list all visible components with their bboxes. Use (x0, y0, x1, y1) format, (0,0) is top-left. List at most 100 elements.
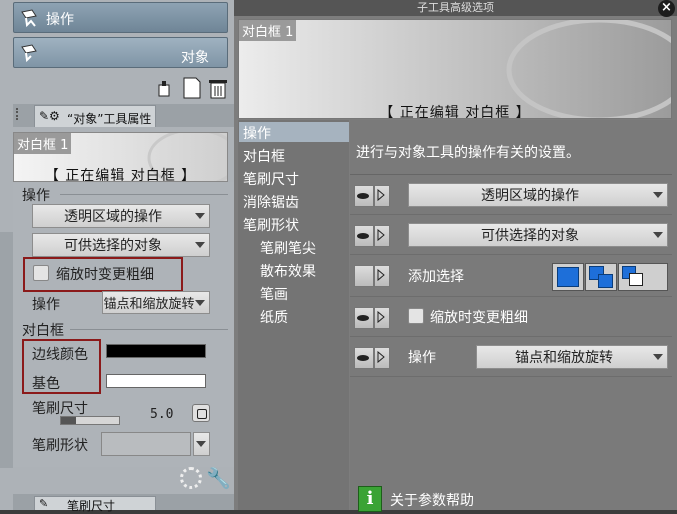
expand-icon[interactable] (374, 347, 390, 369)
wrench-icon[interactable]: 🔧 (206, 466, 231, 492)
subtool-operation[interactable]: 操作 (13, 2, 228, 33)
info-icon: i (358, 486, 382, 512)
chevron-down-icon (653, 354, 663, 360)
settings-description: 进行与对象工具的操作有关的设置。 (356, 145, 580, 161)
operation-dropdown[interactable]: 锚点和缩放旋转 (102, 291, 210, 314)
scale-thickness-label: 缩放时变更粗细 (56, 267, 154, 283)
row-add-selection: 添加选择 (350, 255, 672, 297)
expand-icon[interactable] (374, 225, 390, 247)
new-selection-icon (557, 267, 579, 287)
fill-color-swatch[interactable] (106, 374, 206, 388)
dialog-selectable-value: 可供选择的对象 (481, 228, 579, 244)
dialog-operation-value: 锚点和缩放旋转 (515, 350, 613, 366)
selection-mode-icon-second (629, 273, 643, 286)
transparent-area-dropdown[interactable]: 透明区域的操作 (32, 204, 210, 228)
scrollbar-track[interactable] (0, 232, 13, 468)
scale-thickness-checkbox[interactable] (33, 265, 49, 281)
tab-tool-property-label: “对象”工具属性 (67, 112, 152, 126)
expand-icon[interactable] (374, 265, 390, 287)
chevron-down-icon (653, 192, 663, 198)
selection-mode-dropdown[interactable] (618, 263, 668, 291)
chevron-down-icon (653, 232, 663, 238)
add-selection-label: 添加选择 (408, 269, 464, 285)
dialog-transparent-dropdown[interactable]: 透明区域的操作 (408, 183, 668, 207)
add-selection-button[interactable] (585, 263, 617, 291)
row-transparent-area: 透明区域的操作 (350, 175, 672, 215)
loading-icon (180, 467, 202, 489)
nav-item-paper-texture[interactable]: 纸质 (260, 307, 288, 327)
tab-brush-size-label: 笔刷尺寸 (67, 499, 116, 513)
brush-tab-icon: ✎ (39, 497, 49, 510)
section-operation-title: 操作 (22, 188, 50, 204)
object-icon (21, 44, 37, 63)
tool-property-icon: ✎⚙ (39, 109, 60, 123)
expand-icon[interactable] (374, 185, 390, 207)
tool-property-panel: 操作 对象 ✎⚙ “对象”工具属性 对白框 1 【 正在编辑 对白框 】 操作 … (0, 0, 234, 513)
row-scale-thickness: 缩放时变更粗细 (350, 297, 672, 337)
trash-icon[interactable] (207, 76, 229, 100)
subtool-object-label: 对象 (181, 50, 209, 66)
operation-label: 操作 (32, 297, 60, 313)
balloon-preview: 对白框 1 【 正在编辑 对白框 】 (13, 132, 228, 182)
square-icon (197, 409, 207, 419)
eye-icon[interactable] (354, 307, 374, 329)
duplicate-subtool-icon[interactable] (156, 77, 176, 99)
nav-item-antialias[interactable]: 消除锯齿 (243, 192, 299, 212)
dialog-balloon-preview: 对白框 1 【 正在编辑 对白框 】 (238, 19, 672, 119)
nav-item-operation[interactable]: 操作 (243, 123, 271, 143)
new-selection-button[interactable] (552, 263, 584, 291)
chevron-down-icon (195, 299, 205, 306)
row-operation: 操作 锚点和缩放旋转 (350, 337, 672, 377)
eye-toggle-empty[interactable] (354, 265, 374, 287)
category-nav: 操作 对白框 笔刷尺寸 消除锯齿 笔刷形状 笔刷笔尖 散布效果 笔画 纸质 (238, 120, 349, 510)
dialog-preview-chip: 对白框 1 (239, 20, 297, 41)
nav-item-brush-shape[interactable]: 笔刷形状 (243, 215, 299, 235)
row-selectable-object: 可供选择的对象 (350, 215, 672, 255)
close-icon[interactable]: × (658, 0, 675, 17)
brush-size-slider[interactable] (60, 416, 120, 425)
brush-shape-field[interactable] (101, 432, 191, 456)
brush-size-value: 5.0 (150, 407, 174, 422)
tab-tool-property[interactable]: ✎⚙ “对象”工具属性 (34, 105, 156, 127)
dialog-scale-checkbox[interactable] (408, 308, 424, 324)
operation-value: 锚点和缩放旋转 (103, 297, 195, 312)
preview-chip: 对白框 1 (14, 133, 72, 154)
tab-brush-size[interactable]: ✎ 笔刷尺寸 (34, 496, 156, 513)
brush-size-label: 笔刷尺寸 (32, 401, 88, 417)
operation-icon (21, 9, 37, 28)
brush-size-fill (61, 417, 76, 424)
chevron-down-icon (195, 242, 205, 248)
brush-shape-label: 笔刷形状 (32, 438, 88, 454)
expand-icon[interactable] (374, 307, 390, 329)
fill-color-label: 基色 (32, 376, 60, 392)
brush-shape-dropdown[interactable] (193, 432, 210, 456)
chevron-down-icon (195, 213, 205, 219)
nav-item-balloon[interactable]: 对白框 (243, 146, 285, 166)
dialog-title: 子工具高级选项 (234, 0, 677, 16)
subtool-operation-label: 操作 (46, 12, 74, 28)
subtool-object[interactable]: 对象 (13, 37, 228, 68)
eye-icon[interactable] (354, 185, 374, 207)
help-row[interactable]: i 关于参数帮助 (350, 480, 677, 512)
preview-title: 【 正在编辑 对白框 】 (44, 168, 197, 182)
border-color-swatch[interactable] (106, 344, 206, 358)
brush-size-button[interactable] (192, 404, 210, 422)
eye-icon[interactable] (354, 225, 374, 247)
dialog-operation-dropdown[interactable]: 锚点和缩放旋转 (476, 345, 668, 369)
eye-icon[interactable] (354, 347, 374, 369)
add-selection-icon-second (598, 274, 613, 288)
chevron-down-icon (196, 441, 206, 447)
dialog-selectable-dropdown[interactable]: 可供选择的对象 (408, 223, 668, 247)
new-subtool-icon[interactable] (182, 76, 202, 100)
section-balloon-title: 对白框 (22, 323, 64, 339)
selectable-object-value: 可供选择的对象 (64, 238, 162, 254)
dialog-preview-title: 【 正在编辑 对白框 】 (379, 105, 531, 119)
nav-item-spray-effect[interactable]: 散布效果 (260, 261, 316, 281)
nav-item-brush-tip[interactable]: 笔刷笔尖 (260, 238, 316, 258)
selectable-object-dropdown[interactable]: 可供选择的对象 (32, 233, 210, 257)
drag-handle[interactable] (16, 108, 24, 120)
divider (60, 194, 228, 195)
nav-item-stroke[interactable]: 笔画 (260, 284, 288, 304)
transparent-area-value: 透明区域的操作 (64, 209, 162, 225)
nav-item-brush-size[interactable]: 笔刷尺寸 (243, 169, 299, 189)
